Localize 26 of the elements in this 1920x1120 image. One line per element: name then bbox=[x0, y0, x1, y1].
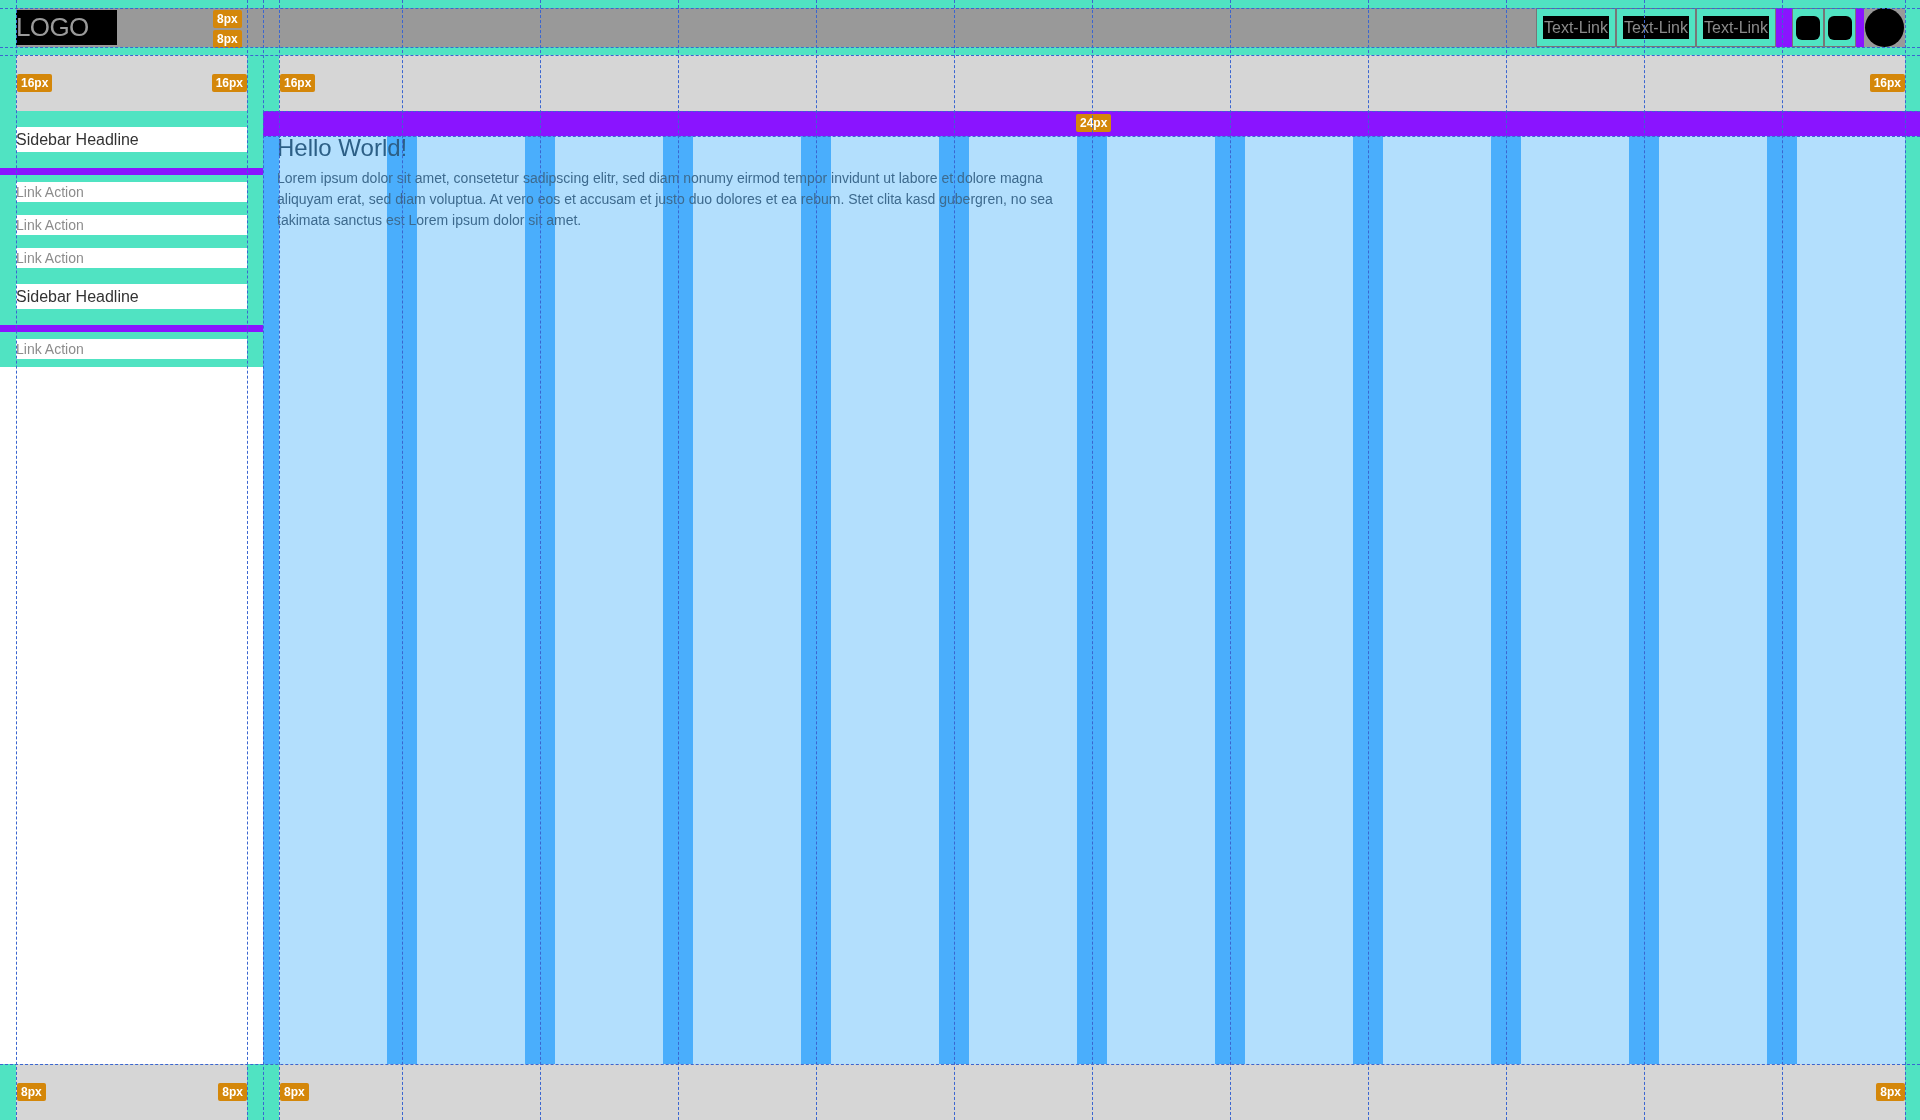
logo: LOGO bbox=[16, 10, 117, 45]
spacing-label: 16px bbox=[1869, 74, 1905, 92]
spacer-bar bbox=[1856, 8, 1864, 47]
sidebar-headline: Sidebar Headline bbox=[16, 127, 247, 152]
link-action[interactable]: Link Action bbox=[16, 215, 247, 235]
spacing-label: 8px bbox=[17, 1083, 46, 1101]
text-link[interactable]: Text-Link bbox=[1536, 8, 1616, 47]
avatar-placeholder-icon[interactable] bbox=[1865, 8, 1904, 47]
spacing-label: 8px bbox=[213, 10, 242, 28]
icon-placeholder-icon[interactable] bbox=[1796, 15, 1820, 40]
link-action[interactable]: Link Action bbox=[16, 339, 247, 359]
spacing-label: 24px bbox=[1076, 114, 1112, 132]
link-action[interactable]: Link Action bbox=[16, 182, 247, 202]
link-action[interactable]: Link Action bbox=[16, 248, 247, 268]
spacing-label: 8px bbox=[218, 1083, 247, 1101]
spacing-label: 16px bbox=[211, 74, 247, 92]
text-link[interactable]: Text-Link bbox=[1616, 8, 1696, 47]
spacing-label: 16px bbox=[17, 74, 53, 92]
sidebar-headline: Sidebar Headline bbox=[16, 284, 247, 309]
spacing-label: 8px bbox=[213, 30, 242, 48]
spacer-bar bbox=[1776, 8, 1792, 47]
spacing-label: 16px bbox=[280, 74, 316, 92]
icon-placeholder-icon[interactable] bbox=[1828, 15, 1852, 40]
spacing-label: 8px bbox=[280, 1083, 309, 1101]
text-link[interactable]: Text-Link bbox=[1696, 8, 1776, 47]
spacing-label: 8px bbox=[1876, 1083, 1905, 1101]
